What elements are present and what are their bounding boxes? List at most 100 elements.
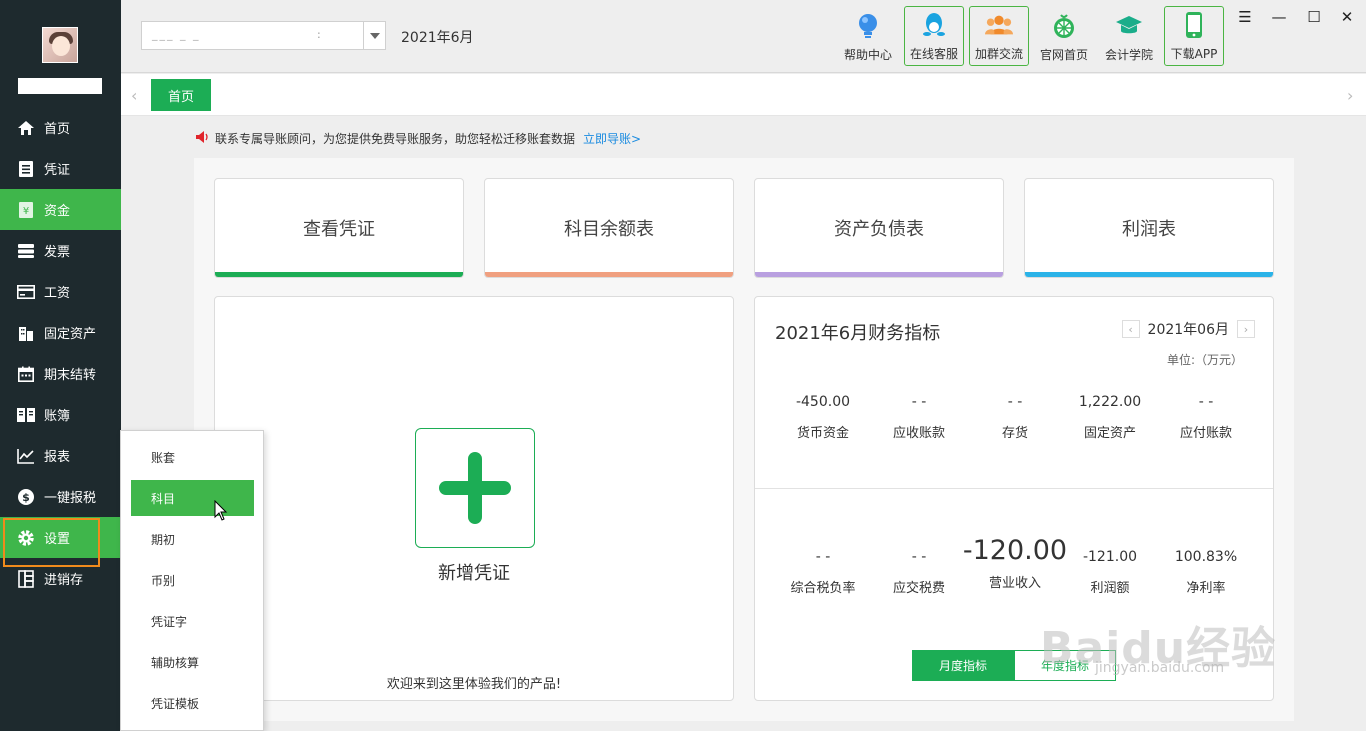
- accounting-academy-button[interactable]: 会计学院: [1099, 6, 1159, 66]
- metric-label: 存货: [1001, 426, 1028, 441]
- card-accent-bar: [215, 272, 463, 277]
- metric-value: - -: [911, 394, 927, 410]
- metric-value: -121.00: [1082, 549, 1138, 565]
- account-set-separator: :: [317, 28, 321, 41]
- metric-value: - -: [815, 549, 831, 565]
- metric-value: 100.83%: [1174, 549, 1238, 565]
- prev-period-button[interactable]: ‹: [1121, 320, 1140, 338]
- sidebar-item-home[interactable]: 首页: [0, 107, 121, 148]
- sidebar-item-invoice[interactable]: 发票: [0, 230, 121, 271]
- metric-cash: -450.00 货币资金: [775, 394, 871, 441]
- phone-icon: [1180, 11, 1208, 39]
- submenu-item-voucher-template[interactable]: 凭证模板: [131, 685, 254, 721]
- close-icon[interactable]: ✕: [1337, 8, 1357, 26]
- dollar-circle-icon: $: [16, 487, 36, 507]
- help-center-button[interactable]: 帮助中心: [838, 6, 898, 66]
- submenu-item-auxiliary[interactable]: 辅助核算: [131, 644, 254, 680]
- submenu-item-account-set[interactable]: 账套: [131, 439, 254, 475]
- calendar-icon: [16, 364, 36, 384]
- period-navigator: ‹ 2021年06月 ›: [1121, 319, 1255, 339]
- new-voucher-label: 新增凭证: [438, 563, 510, 584]
- maximize-icon[interactable]: ☐: [1304, 8, 1324, 26]
- view-voucher-card[interactable]: 查看凭证: [214, 178, 464, 278]
- submenu-item-opening[interactable]: 期初: [131, 521, 254, 557]
- sidebar-item-period-end[interactable]: 期末结转: [0, 353, 121, 394]
- svg-text:$: $: [22, 491, 30, 504]
- chart-line-icon: [16, 446, 36, 466]
- financial-indicators-title: 2021年6月财务指标: [775, 323, 941, 344]
- sidebar-item-funds[interactable]: ¥ 资金: [0, 189, 121, 230]
- submenu-item-subjects[interactable]: 科目: [131, 480, 254, 516]
- mouse-cursor-icon: [214, 499, 228, 526]
- sidebar-item-label: 一键报税: [44, 491, 97, 506]
- card-label: 查看凭证: [303, 219, 375, 240]
- metric-value: - -: [1007, 394, 1023, 410]
- sidebar-item-label: 发票: [44, 245, 71, 260]
- download-app-button[interactable]: 下载APP: [1164, 6, 1224, 66]
- menu-icon[interactable]: ☰: [1235, 8, 1255, 26]
- join-group-button[interactable]: 加群交流: [969, 6, 1029, 66]
- metric-value: 1,222.00: [1078, 394, 1142, 410]
- svg-text:¥: ¥: [23, 206, 29, 217]
- sidebar-item-fixed-assets[interactable]: 固定资产: [0, 312, 121, 353]
- metric-value: -120.00: [962, 535, 1068, 566]
- invoice-icon: [16, 241, 36, 261]
- chevron-left-icon[interactable]: ‹: [131, 86, 137, 105]
- minimize-icon[interactable]: —: [1269, 8, 1289, 26]
- qq-penguin-icon: [920, 11, 948, 39]
- metric-tax-burden: - - 综合税负率: [775, 549, 871, 596]
- building-icon: [16, 323, 36, 343]
- new-voucher-panel: 新增凭证 欢迎来到这里体验我们的产品!: [214, 296, 734, 701]
- yen-icon: ¥: [16, 200, 36, 220]
- chevron-down-icon[interactable]: [363, 22, 385, 49]
- migrate-now-link[interactable]: 立即导账>: [583, 130, 641, 147]
- submenu-item-currency[interactable]: 币别: [131, 562, 254, 598]
- metric-label: 综合税负率: [790, 581, 856, 596]
- top-bar: ___ _ _ : 2021年6月 帮助中心 在线客服 加群交流 官网首页 会计…: [121, 0, 1366, 73]
- sidebar-item-reports[interactable]: 报表: [0, 435, 121, 476]
- sidebar-item-label: 固定资产: [44, 327, 97, 342]
- sidebar-item-label: 进销存: [44, 573, 84, 588]
- indicator-divider: [755, 488, 1273, 489]
- card-label: 资产负债表: [834, 219, 924, 240]
- add-voucher-button[interactable]: [415, 428, 535, 548]
- metric-label: 应付账款: [1179, 426, 1232, 441]
- metric-taxes-payable: - - 应交税费: [871, 549, 967, 596]
- metric-fixed-assets: 1,222.00 固定资产: [1062, 394, 1158, 441]
- plus-icon: [439, 452, 511, 524]
- sidebar-item-inventory[interactable]: 进销存: [0, 558, 121, 599]
- metric-inventory: - - 存货: [967, 394, 1063, 441]
- download-app-label: 下载APP: [1170, 47, 1218, 61]
- income-statement-card[interactable]: 利润表: [1024, 178, 1274, 278]
- account-set-select[interactable]: ___ _ _ :: [141, 21, 386, 50]
- sidebar-item-salary[interactable]: 工资: [0, 271, 121, 312]
- avatar[interactable]: [42, 27, 78, 63]
- chevron-right-icon[interactable]: ›: [1347, 86, 1353, 105]
- sidebar-item-voucher[interactable]: 凭证: [0, 148, 121, 189]
- online-service-button[interactable]: 在线客服: [904, 6, 964, 66]
- inventory-icon: [16, 569, 36, 589]
- sidebar-item-ledger[interactable]: 账簿: [0, 394, 121, 435]
- sidebar-item-label: 期末结转: [44, 368, 97, 383]
- accounting-academy-label: 会计学院: [1104, 48, 1153, 62]
- metric-label: 利润额: [1090, 581, 1130, 596]
- metric-label: 应收账款: [892, 426, 945, 441]
- card-accent-bar: [485, 272, 733, 277]
- sidebar-item-settings[interactable]: 设置: [0, 517, 121, 567]
- submenu-item-voucher-word[interactable]: 凭证字: [131, 603, 254, 639]
- watermark-url: jingyan.baidu.com: [1095, 660, 1225, 676]
- migration-notice: 联系专属导账顾问，为您提供免费导账服务，助您轻松迁移账套数据 立即导账>: [196, 130, 641, 147]
- metric-label: 净利率: [1186, 581, 1226, 596]
- lightbulb-icon: [854, 12, 882, 40]
- account-set-value: ___ _ _: [152, 28, 201, 41]
- sidebar-item-tax[interactable]: $ 一键报税: [0, 476, 121, 517]
- tab-home[interactable]: 首页: [151, 79, 211, 111]
- balance-sheet-card[interactable]: 资产负债表: [754, 178, 1004, 278]
- next-period-button[interactable]: ›: [1237, 320, 1255, 338]
- speaker-icon: [196, 131, 209, 146]
- monthly-indicators-button[interactable]: 月度指标: [912, 650, 1014, 681]
- official-site-button[interactable]: 官网首页: [1034, 6, 1094, 66]
- card-label: 科目余额表: [564, 219, 654, 240]
- metric-revenue: -120.00 营业收入: [961, 535, 1069, 591]
- account-balance-card[interactable]: 科目余额表: [484, 178, 734, 278]
